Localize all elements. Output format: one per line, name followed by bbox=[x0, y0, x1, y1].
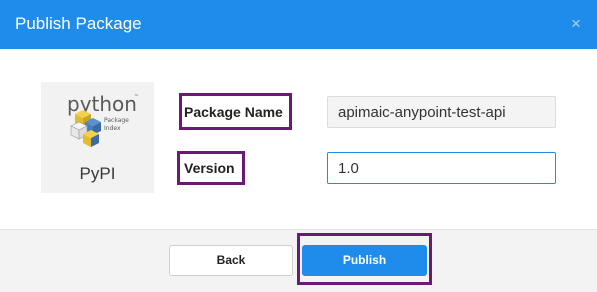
pypi-logo: python ™ Package Index bbox=[67, 92, 139, 147]
dialog-title: Publish Package bbox=[15, 14, 142, 33]
back-button[interactable]: Back bbox=[169, 245, 293, 276]
package-name-label: Package Name bbox=[184, 104, 283, 120]
close-icon[interactable]: × bbox=[566, 13, 586, 35]
dialog-header: Publish Package × bbox=[0, 0, 597, 49]
publish-button[interactable]: Publish bbox=[302, 245, 427, 276]
logo-subtitle-package: Package bbox=[104, 117, 129, 124]
pypi-caption: PyPI bbox=[79, 164, 116, 183]
logo-trademark: ™ bbox=[134, 94, 139, 100]
logo-wordmark: python bbox=[67, 92, 137, 116]
pypi-logo-tile: python ™ Package Index PyPI bbox=[41, 82, 154, 193]
version-input[interactable] bbox=[327, 152, 556, 184]
version-label: Version bbox=[184, 160, 235, 176]
logo-subtitle-index: Index bbox=[104, 125, 121, 132]
package-name-input[interactable] bbox=[327, 96, 556, 128]
